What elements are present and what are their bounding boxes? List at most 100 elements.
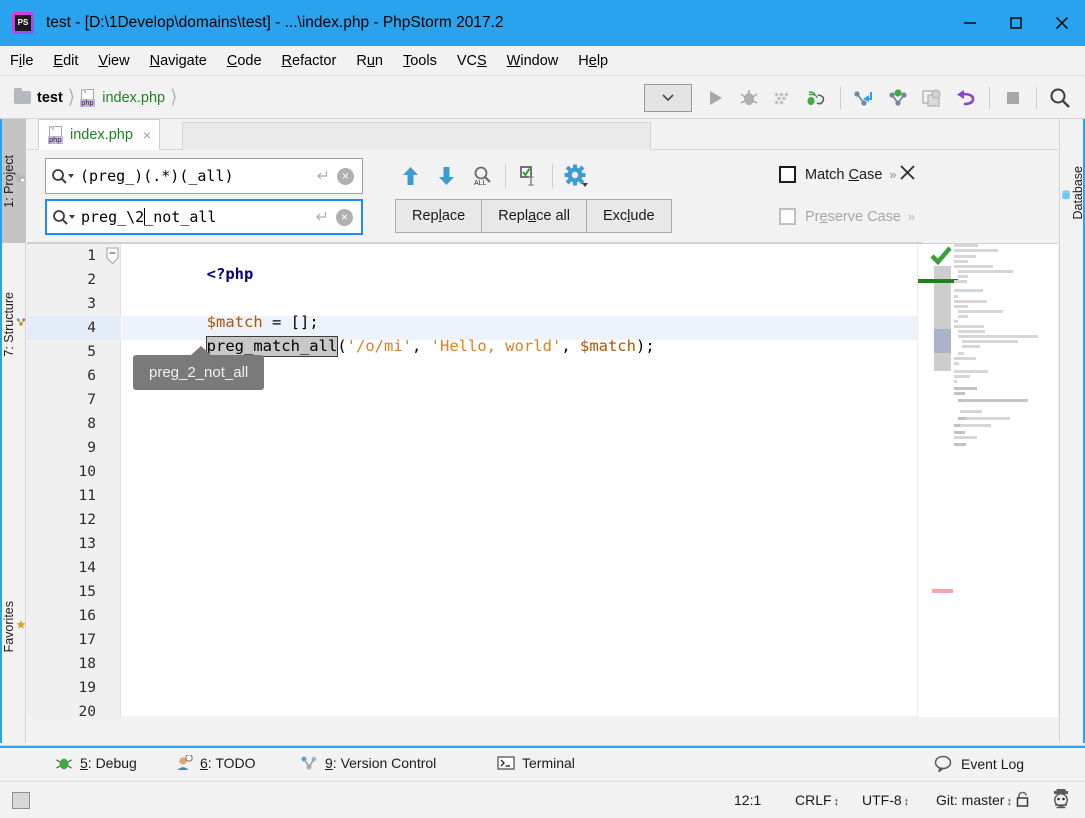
debug-bug-icon bbox=[55, 755, 73, 771]
selected-function-name[interactable]: preg_match_all bbox=[205, 336, 339, 357]
caret-position[interactable]: 12:1 bbox=[734, 792, 761, 808]
toolbar-separator-3 bbox=[1036, 86, 1037, 109]
git-branch-selector[interactable]: Git: master ↕ bbox=[936, 792, 1012, 808]
search-input-value[interactable]: (preg_)(.*)(_all) bbox=[80, 167, 313, 185]
status-bar: 12:1 CRLF ↕ UTF-8 ↕ Git: master ↕ bbox=[0, 781, 1085, 818]
find-icons-separator-1 bbox=[505, 164, 506, 188]
memory-indicator[interactable] bbox=[12, 792, 30, 809]
line-number: 19 bbox=[78, 680, 96, 696]
code-token-paren-open: ( bbox=[337, 337, 347, 355]
tab-bar-filler bbox=[182, 122, 651, 150]
vcs-diff-icon[interactable] bbox=[915, 83, 949, 113]
vcs-branch-icon bbox=[300, 755, 318, 771]
menu-refactor[interactable]: Refactor bbox=[272, 46, 347, 76]
run-icon[interactable] bbox=[698, 83, 732, 113]
match-case-option[interactable]: Match Case » bbox=[779, 166, 897, 183]
tool-window-version-control[interactable]: 9: Version Control bbox=[300, 755, 436, 771]
tab-close-icon[interactable]: × bbox=[143, 128, 151, 142]
menu-code[interactable]: Code bbox=[217, 46, 272, 76]
replace-dropdown-icon[interactable] bbox=[47, 209, 81, 225]
sidebar-item-database-label: Database bbox=[1071, 166, 1085, 220]
search-dropdown-icon[interactable] bbox=[46, 168, 80, 184]
replace-enter-icon[interactable]: ↵ bbox=[312, 207, 333, 227]
breadcrumb-label-index: index.php bbox=[102, 89, 166, 106]
menu-file[interactable]: File bbox=[0, 46, 43, 76]
todo-person-icon bbox=[175, 755, 193, 771]
stop-icon[interactable] bbox=[996, 83, 1030, 113]
match-case-expand-icon[interactable]: » bbox=[889, 167, 896, 182]
branch-spinner: ↕ bbox=[1006, 796, 1012, 808]
hector-inspector-icon[interactable] bbox=[1050, 789, 1072, 811]
code-editor[interactable]: 1 2 3 4 5 6 7 8 9 10 11 12 13 14 15 16 1… bbox=[27, 243, 1058, 720]
line-number: 4 bbox=[87, 320, 96, 336]
vcs-rollback-icon[interactable] bbox=[949, 83, 983, 113]
editor-gutter[interactable]: 1 2 3 4 5 6 7 8 9 10 11 12 13 14 15 16 1… bbox=[27, 244, 121, 720]
code-fold-marker[interactable] bbox=[106, 247, 119, 265]
exclude-button[interactable]: Exc l ude bbox=[586, 199, 672, 233]
close-button[interactable] bbox=[1039, 0, 1085, 46]
sidebar-item-project[interactable]: 1: Project bbox=[2, 119, 26, 243]
select-all-occurrences-icon[interactable] bbox=[511, 159, 547, 193]
replace-input-value[interactable]: preg_\2_not_all bbox=[81, 208, 312, 226]
find-settings-gear-icon[interactable] bbox=[558, 159, 594, 193]
menu-run[interactable]: Run bbox=[346, 46, 393, 76]
line-number: 15 bbox=[78, 584, 96, 600]
sidebar-item-favorites[interactable]: Favorites bbox=[2, 557, 26, 697]
find-panel-close-icon[interactable] bbox=[898, 163, 917, 182]
search-enter-icon[interactable]: ↵ bbox=[313, 166, 334, 186]
line-number: 1 bbox=[87, 248, 96, 264]
line-separator-selector[interactable]: CRLF ↕ bbox=[795, 792, 839, 808]
menu-view[interactable]: View bbox=[88, 46, 139, 76]
find-previous-icon[interactable] bbox=[392, 159, 428, 193]
search-clear-icon[interactable]: × bbox=[337, 167, 354, 185]
menu-edit[interactable]: Edit bbox=[43, 46, 88, 76]
tool-window-debug[interactable]: 5: Debug bbox=[55, 755, 137, 771]
minimize-button[interactable] bbox=[947, 0, 993, 46]
replace-clear-icon[interactable]: × bbox=[336, 208, 353, 226]
navigation-toolbar: test ⟩ php index.php ⟩ bbox=[0, 77, 1085, 119]
coverage-icon[interactable] bbox=[766, 83, 800, 113]
sidebar-item-favorites-label: Favorites bbox=[2, 601, 16, 653]
match-case-checkbox[interactable] bbox=[779, 166, 796, 183]
maximize-button[interactable] bbox=[993, 0, 1039, 46]
menu-vcs[interactable]: VCS bbox=[447, 46, 497, 76]
replace-button[interactable]: Rep l ace bbox=[395, 199, 483, 233]
replace-all-button[interactable]: Repl a ce all bbox=[481, 199, 587, 233]
breadcrumb-item-file[interactable]: php index.php bbox=[80, 88, 166, 107]
bottom-tool-window-bar: 5: Debug 6: TODO 9: Version Control Term… bbox=[0, 745, 1085, 781]
menu-navigate[interactable]: Navigate bbox=[140, 46, 217, 76]
lock-icon[interactable] bbox=[1014, 790, 1031, 809]
search-field[interactable]: (preg_)(.*)(_all) ↵ × bbox=[45, 158, 363, 194]
terminal-icon bbox=[497, 755, 515, 771]
sidebar-item-project-label: 1: Project bbox=[2, 154, 16, 208]
code-token-var-match-arg: $match bbox=[579, 337, 636, 355]
editor-tab-index-php[interactable]: php index.php × bbox=[38, 119, 161, 150]
menu-help[interactable]: Help bbox=[568, 46, 618, 76]
event-log-button[interactable]: Event Log bbox=[934, 755, 1024, 772]
find-all-icon[interactable]: ALL bbox=[464, 159, 500, 193]
encoding-selector[interactable]: UTF-8 ↕ bbox=[862, 792, 909, 808]
inspection-ok-check-icon[interactable] bbox=[930, 246, 952, 266]
sidebar-item-structure[interactable]: 7: Structure bbox=[2, 249, 26, 399]
profile-icon[interactable] bbox=[800, 83, 834, 113]
replace-field[interactable]: preg_\2_not_all ↵ × bbox=[45, 199, 363, 235]
vcs-commit-icon[interactable] bbox=[881, 83, 915, 113]
sidebar-item-database[interactable]: Database bbox=[1061, 123, 1085, 263]
code-text-area[interactable]: <?php $match = []; preg_match_all('/o/mi… bbox=[122, 244, 917, 717]
line-number: 17 bbox=[78, 632, 96, 648]
line-number: 16 bbox=[78, 608, 96, 624]
scrollbar-viewport-marker bbox=[934, 329, 951, 353]
line-separator-spinner: ↕ bbox=[833, 796, 840, 808]
editor-error-stripe[interactable] bbox=[917, 244, 1058, 717]
vcs-update-icon[interactable] bbox=[847, 83, 881, 113]
tool-window-terminal[interactable]: Terminal bbox=[497, 755, 575, 771]
tool-window-todo[interactable]: 6: TODO bbox=[175, 755, 256, 771]
breadcrumb-item-project[interactable]: test bbox=[14, 88, 63, 106]
menu-window[interactable]: Window bbox=[497, 46, 569, 76]
find-next-icon[interactable] bbox=[428, 159, 464, 193]
menu-tools[interactable]: Tools bbox=[393, 46, 447, 76]
search-everywhere-icon[interactable] bbox=[1043, 83, 1077, 113]
run-configuration-dropdown[interactable] bbox=[644, 83, 692, 112]
line-number: 12 bbox=[78, 512, 96, 528]
debug-icon[interactable] bbox=[732, 83, 766, 113]
